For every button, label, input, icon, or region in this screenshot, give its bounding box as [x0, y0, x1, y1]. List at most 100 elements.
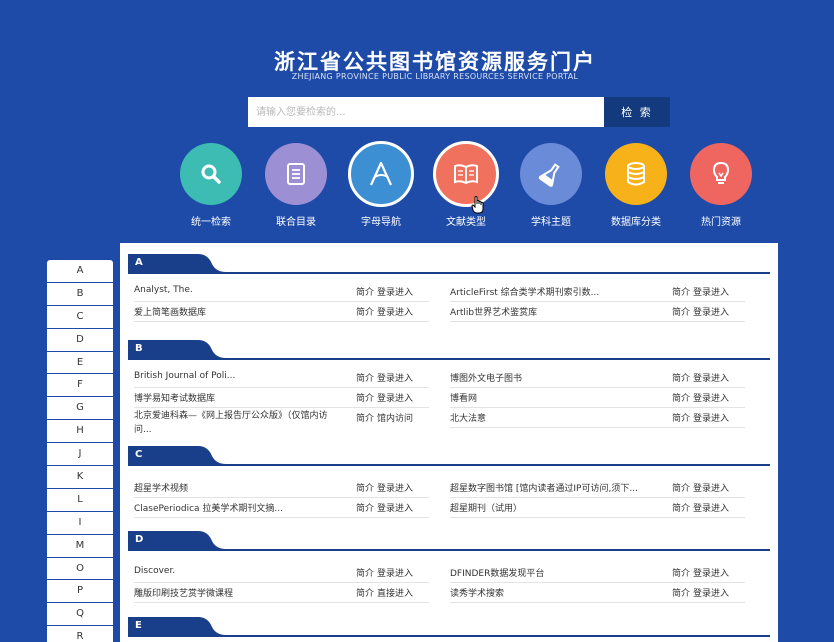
alpha-item-h[interactable]: H [47, 420, 113, 444]
alpha-item-q[interactable]: Q [47, 603, 113, 627]
intro-link[interactable]: 简介 [672, 411, 690, 424]
alpha-item-l[interactable]: L [47, 489, 113, 512]
enter-link[interactable]: 登录进入 [693, 566, 729, 579]
enter-link[interactable]: 登录进入 [377, 566, 413, 579]
resource-title[interactable]: ClasePeriodica 拉美学术期刊文摘... [134, 501, 283, 514]
enter-link[interactable]: 馆内访问 [377, 411, 413, 424]
resource-title[interactable]: 博图外文电子图书 [450, 371, 522, 384]
intro-link[interactable]: 简介 [672, 586, 690, 599]
nav-item-db-category[interactable]: 数据库分类 [596, 143, 676, 228]
alpha-item-i[interactable]: I [47, 512, 113, 535]
list-item: British Journal of Poli... 简介 登录进入 [134, 368, 429, 388]
database-icon [605, 143, 667, 205]
resource-title[interactable]: 雕版印刷技艺赏学微课程 [134, 586, 233, 599]
intro-link[interactable]: 简介 [356, 391, 374, 404]
enter-link[interactable]: 登录进入 [693, 391, 729, 404]
intro-link[interactable]: 简介 [356, 305, 374, 318]
resource-title[interactable]: 博学易知考试数据库 [134, 391, 215, 404]
list-item: Discover. 简介 登录进入 [134, 563, 429, 583]
enter-link[interactable]: 登录进入 [377, 501, 413, 514]
section-a: A Analyst, The. 简介 登录进入 ArticleFirst 综合类… [128, 254, 770, 322]
intro-link[interactable]: 简介 [672, 391, 690, 404]
resource-list-panel: A Analyst, The. 简介 登录进入 ArticleFirst 综合类… [120, 243, 778, 642]
enter-link[interactable]: 登录进入 [693, 285, 729, 298]
section-header: E [128, 617, 770, 637]
search-button[interactable]: 检 索 [604, 97, 670, 127]
resource-title[interactable]: Discover. [134, 566, 175, 576]
intro-link[interactable]: 简介 [356, 586, 374, 599]
intro-link[interactable]: 简介 [672, 285, 690, 298]
nav-icons: 统一检索 联合目录 字母导航 文献类型 学科主题 数据库分类 热门资源 [170, 141, 765, 228]
enter-link[interactable]: 登录进入 [693, 411, 729, 424]
search-input[interactable] [248, 97, 604, 127]
alpha-item-p[interactable]: P [47, 580, 113, 604]
nav-item-hot[interactable]: 热门资源 [681, 143, 761, 228]
intro-link[interactable]: 简介 [672, 501, 690, 514]
resource-title[interactable]: Analyst, The. [134, 285, 193, 295]
resource-title[interactable]: 北京爱迪科森—《网上报告厅公众版》（仅馆内访问... [134, 409, 334, 437]
enter-link[interactable]: 登录进入 [377, 391, 413, 404]
enter-link[interactable]: 登录进入 [693, 371, 729, 384]
alpha-item-k[interactable]: K [47, 466, 113, 489]
resource-title[interactable]: 博看网 [450, 391, 477, 404]
alpha-item-f[interactable]: F [47, 374, 113, 398]
enter-link[interactable]: 登录进入 [693, 305, 729, 318]
resource-title[interactable]: DFINDER数据发现平台 [450, 566, 544, 579]
alpha-item-m[interactable]: M [47, 535, 113, 558]
search-icon [180, 143, 242, 205]
enter-link[interactable]: 登录进入 [693, 481, 729, 494]
nav-item-union-catalog[interactable]: 联合目录 [256, 143, 336, 228]
alpha-item-a[interactable]: A [47, 260, 113, 283]
section-e: E [128, 617, 770, 637]
resource-title[interactable]: British Journal of Poli... [134, 371, 235, 381]
intro-link[interactable]: 简介 [356, 566, 374, 579]
enter-link[interactable]: 登录进入 [377, 371, 413, 384]
intro-link[interactable]: 简介 [672, 371, 690, 384]
section-header: C [128, 446, 770, 466]
resource-title[interactable]: 爱上简笔画数据库 [134, 305, 206, 318]
intro-link[interactable]: 简介 [672, 305, 690, 318]
enter-link[interactable]: 登录进入 [377, 481, 413, 494]
alpha-item-d[interactable]: D [47, 329, 113, 352]
alpha-item-o[interactable]: O [47, 558, 113, 581]
nav-item-subject[interactable]: 学科主题 [511, 143, 591, 228]
list-item: 超星期刊（试用） 简介 登录进入 [450, 498, 745, 518]
section-letter: D [135, 534, 144, 545]
list-item: 爱上简笔画数据库 简介 登录进入 [134, 302, 429, 322]
intro-link[interactable]: 简介 [356, 411, 374, 424]
intro-link[interactable]: 简介 [672, 481, 690, 494]
resource-title[interactable]: 北大法意 [450, 411, 486, 424]
enter-link[interactable]: 登录进入 [377, 305, 413, 318]
enter-link[interactable]: 直接进入 [377, 586, 413, 599]
enter-link[interactable]: 登录进入 [693, 501, 729, 514]
nav-item-alphabet[interactable]: 字母导航 [341, 141, 421, 228]
list-icon [265, 143, 327, 205]
alpha-item-e[interactable]: E [47, 352, 113, 375]
resource-title[interactable]: 超星学术视频 [134, 481, 188, 494]
nav-item-doc-type[interactable]: 文献类型 [426, 141, 506, 228]
intro-link[interactable]: 简介 [356, 371, 374, 384]
list-item: 读秀学术搜索 简介 登录进入 [450, 583, 745, 603]
intro-link[interactable]: 简介 [356, 481, 374, 494]
list-item: Analyst, The. 简介 登录进入 [134, 282, 429, 302]
resource-title[interactable]: 超星数字图书馆 [馆内读者通过IP可访问,须下... [450, 481, 638, 494]
intro-link[interactable]: 简介 [356, 501, 374, 514]
list-item: 北京爱迪科森—《网上报告厅公众版》（仅馆内访问... 简介 馆内访问 [134, 408, 429, 437]
alpha-item-j[interactable]: J [47, 443, 113, 467]
alpha-item-r[interactable]: R [47, 626, 113, 642]
intro-link[interactable]: 简介 [672, 566, 690, 579]
enter-link[interactable]: 登录进入 [693, 586, 729, 599]
enter-link[interactable]: 登录进入 [377, 285, 413, 298]
resource-title[interactable]: 超星期刊（试用） [450, 501, 522, 514]
resource-title[interactable]: ArticleFirst 综合类学术期刊索引数... [450, 285, 599, 298]
alpha-item-b[interactable]: B [47, 283, 113, 306]
alpha-item-c[interactable]: C [47, 306, 113, 329]
resource-title[interactable]: 读秀学术搜索 [450, 586, 504, 599]
section-b: B British Journal of Poli... 简介 登录进入 博图外… [128, 340, 770, 435]
intro-link[interactable]: 简介 [356, 285, 374, 298]
nav-item-unified-search[interactable]: 统一检索 [171, 143, 251, 228]
alpha-item-g[interactable]: G [47, 397, 113, 421]
resource-title[interactable]: Artlib世界艺术鉴赏库 [450, 305, 537, 318]
list-item: ClasePeriodica 拉美学术期刊文摘... 简介 登录进入 [134, 498, 429, 518]
nav-label: 字母导航 [361, 217, 401, 228]
